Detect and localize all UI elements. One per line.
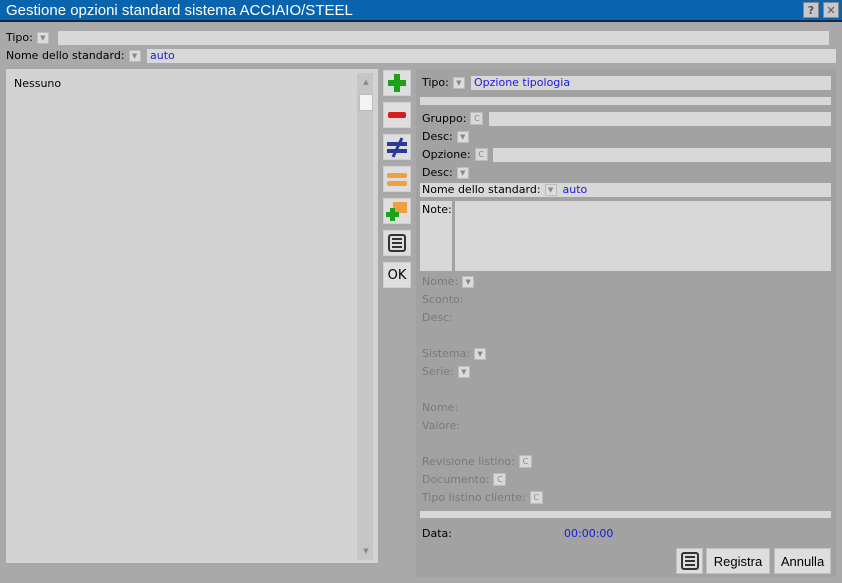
form-tipo-label: Tipo: — [422, 76, 449, 89]
documento-label: Documento: — [422, 473, 490, 486]
add-copy-button[interactable] — [383, 198, 411, 224]
gruppo-c-box[interactable]: C — [470, 112, 484, 125]
nome1-label: Nome: — [422, 275, 459, 288]
note-row: Note: — [422, 203, 452, 216]
add-button[interactable] — [383, 70, 411, 96]
add-folder-icon — [386, 202, 407, 221]
nome2-row: Nome: — [422, 401, 458, 414]
scroll-down-icon[interactable]: ▼ — [359, 547, 373, 557]
remove-button[interactable] — [383, 102, 411, 128]
form-tipo-field[interactable]: Opzione tipologia — [471, 76, 831, 90]
desc2-row: Desc: ▼ — [422, 166, 469, 179]
tipo-filter-field[interactable] — [58, 31, 829, 45]
desc2-label: Desc: — [422, 166, 453, 179]
form-tipo-row: Tipo: ▼ — [422, 76, 465, 89]
tipo-filter-row: Tipo: ▼ — [6, 31, 49, 44]
minus-icon — [388, 112, 406, 118]
nome2-label: Nome: — [422, 401, 459, 414]
sistema-dropdown[interactable]: ▼ — [474, 347, 487, 360]
gruppo-label: Gruppo: — [422, 112, 467, 125]
nome-standard-filter-row: Nome dello standard: ▼ — [6, 49, 141, 62]
ok-button[interactable]: OK — [383, 262, 411, 288]
opzione-row: Opzione: C — [422, 148, 488, 161]
equal-button[interactable] — [383, 166, 411, 192]
list-item[interactable]: Nessuno — [14, 77, 61, 90]
nome-standard-label: Nome dello standard: — [6, 49, 125, 62]
tipo-dropdown[interactable]: ▼ — [36, 31, 49, 44]
revisione-row: Revisione listino: C — [422, 455, 532, 468]
title-bar: Gestione opzioni standard sistema ACCIAI… — [0, 0, 842, 22]
window-title: Gestione opzioni standard sistema ACCIAI… — [6, 2, 353, 19]
form-nome-standard-dropdown[interactable]: ▼ — [544, 183, 557, 196]
documento-c-box[interactable]: C — [493, 473, 507, 486]
valore-label: Valore: — [422, 419, 460, 432]
tipo-listino-c-box[interactable]: C — [529, 491, 543, 504]
form-nome-standard-row: Nome dello standard: ▼ auto — [422, 183, 587, 196]
data-value-row: 00:00:00 — [564, 527, 613, 540]
serie-label: Serie: — [422, 365, 454, 378]
grid-button[interactable] — [676, 548, 703, 574]
gruppo-field[interactable] — [489, 112, 831, 126]
revisione-c-box[interactable]: C — [518, 455, 532, 468]
standards-list[interactable]: Nessuno — [6, 69, 378, 563]
desc1-dropdown[interactable]: ▼ — [456, 130, 469, 143]
serie-row: Serie: ▼ — [422, 365, 470, 378]
nome1-dropdown[interactable]: ▼ — [462, 275, 475, 288]
help-button[interactable]: ? — [803, 2, 819, 18]
registra-button[interactable]: Registra — [706, 548, 770, 574]
table-icon — [388, 234, 406, 252]
desc3-row: Desc: — [422, 311, 453, 324]
serie-dropdown[interactable]: ▼ — [457, 365, 470, 378]
equal-icon — [387, 173, 407, 186]
desc3-label: Desc: — [422, 311, 453, 324]
nome1-row: Nome: ▼ — [422, 275, 475, 288]
tipo-listino-label: Tipo listino cliente: — [422, 491, 526, 504]
table-icon — [680, 552, 699, 570]
table-button[interactable] — [383, 230, 411, 256]
desc2-dropdown[interactable]: ▼ — [456, 166, 469, 179]
form-nome-standard-label: Nome dello standard: — [422, 183, 541, 196]
nome-standard-field[interactable]: auto — [147, 49, 836, 63]
form-tipo-dropdown[interactable]: ▼ — [452, 76, 465, 89]
annulla-button[interactable]: Annulla — [774, 548, 831, 574]
not-equal-icon — [387, 137, 407, 158]
nome-standard-dropdown[interactable]: ▼ — [128, 49, 141, 62]
note-label: Note: — [422, 203, 452, 216]
opzione-label: Opzione: — [422, 148, 471, 161]
form-nome-standard-value: auto — [562, 183, 588, 196]
sistema-row: Sistema: ▼ — [422, 347, 487, 360]
gruppo-row: Gruppo: C — [422, 112, 484, 125]
desc1-label: Desc: — [422, 130, 453, 143]
scroll-thumb[interactable] — [359, 94, 373, 111]
data-row: Data: — [422, 527, 452, 540]
bottom-separator-field — [420, 511, 831, 518]
nome-standard-value: auto — [150, 49, 175, 62]
scroll-up-icon[interactable]: ▲ — [359, 78, 373, 88]
form-separator-field — [420, 97, 831, 105]
sconto-row: Sconto: — [422, 293, 463, 306]
close-button[interactable]: ✕ — [823, 2, 839, 18]
revisione-label: Revisione listino: — [422, 455, 515, 468]
note-textarea[interactable] — [455, 201, 831, 271]
sistema-label: Sistema: — [422, 347, 471, 360]
form-tipo-value: Opzione tipologia — [474, 76, 571, 89]
valore-row: Valore: — [422, 419, 460, 432]
compare-button[interactable] — [383, 134, 411, 160]
data-label: Data: — [422, 527, 452, 540]
desc1-row: Desc: ▼ — [422, 130, 469, 143]
plus-icon — [388, 74, 406, 92]
data-value: 00:00:00 — [564, 527, 614, 540]
tipo-label: Tipo: — [6, 31, 33, 44]
list-scrollbar[interactable] — [357, 73, 373, 560]
tipo-listino-row: Tipo listino cliente: C — [422, 491, 543, 504]
opzione-field[interactable] — [493, 148, 831, 162]
sconto-label: Sconto: — [422, 293, 464, 306]
documento-row: Documento: C — [422, 473, 507, 486]
opzione-c-box[interactable]: C — [474, 148, 488, 161]
